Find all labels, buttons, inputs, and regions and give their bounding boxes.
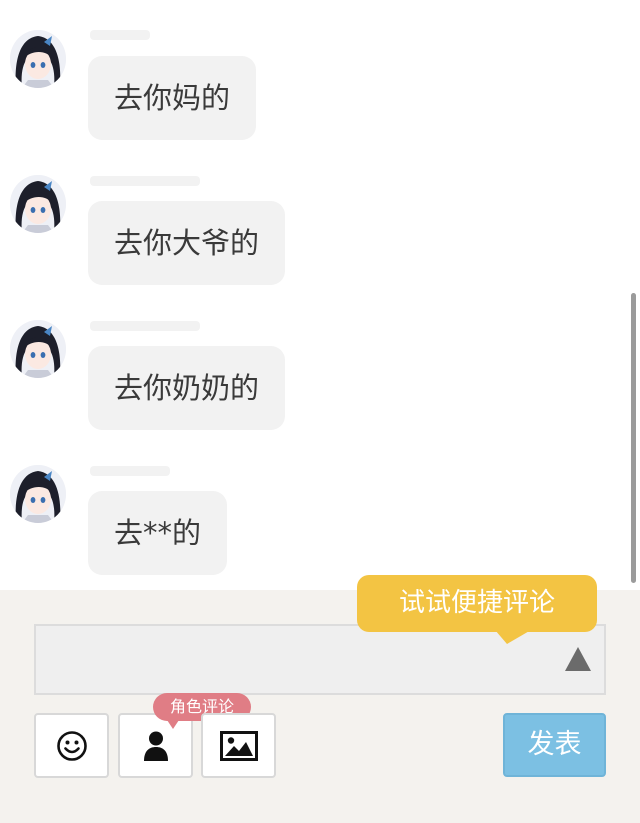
avatar[interactable] — [10, 30, 66, 88]
smiley-icon — [56, 730, 87, 761]
emoji-button[interactable] — [34, 713, 109, 778]
message-bubble: 去你奶奶的 — [88, 346, 286, 430]
triangle-up-icon[interactable] — [564, 646, 592, 672]
send-button[interactable]: 发表 — [503, 713, 606, 777]
role-comment-button[interactable] — [118, 713, 193, 778]
person-icon — [143, 731, 168, 761]
message-bubble: 去你妈的 — [88, 56, 257, 140]
image-button[interactable] — [201, 713, 276, 778]
username — [90, 30, 150, 40]
username — [90, 321, 200, 331]
avatar[interactable] — [10, 175, 66, 233]
tip-pointer — [495, 630, 531, 644]
chat-list: 去你妈的 去你大爷的 去你奶奶的 去**的 — [0, 0, 640, 590]
username — [90, 466, 170, 476]
scrollbar[interactable] — [631, 293, 636, 583]
comment-composer: 试试便捷评论 角色评论 发表 — [0, 575, 640, 823]
quick-comment-tip[interactable]: 试试便捷评论 — [357, 575, 597, 632]
avatar[interactable] — [10, 465, 66, 523]
image-icon — [219, 730, 258, 761]
message-bubble: 去**的 — [88, 491, 228, 575]
message-bubble: 去你大爷的 — [88, 201, 286, 285]
avatar[interactable] — [10, 320, 66, 378]
username — [90, 176, 200, 186]
